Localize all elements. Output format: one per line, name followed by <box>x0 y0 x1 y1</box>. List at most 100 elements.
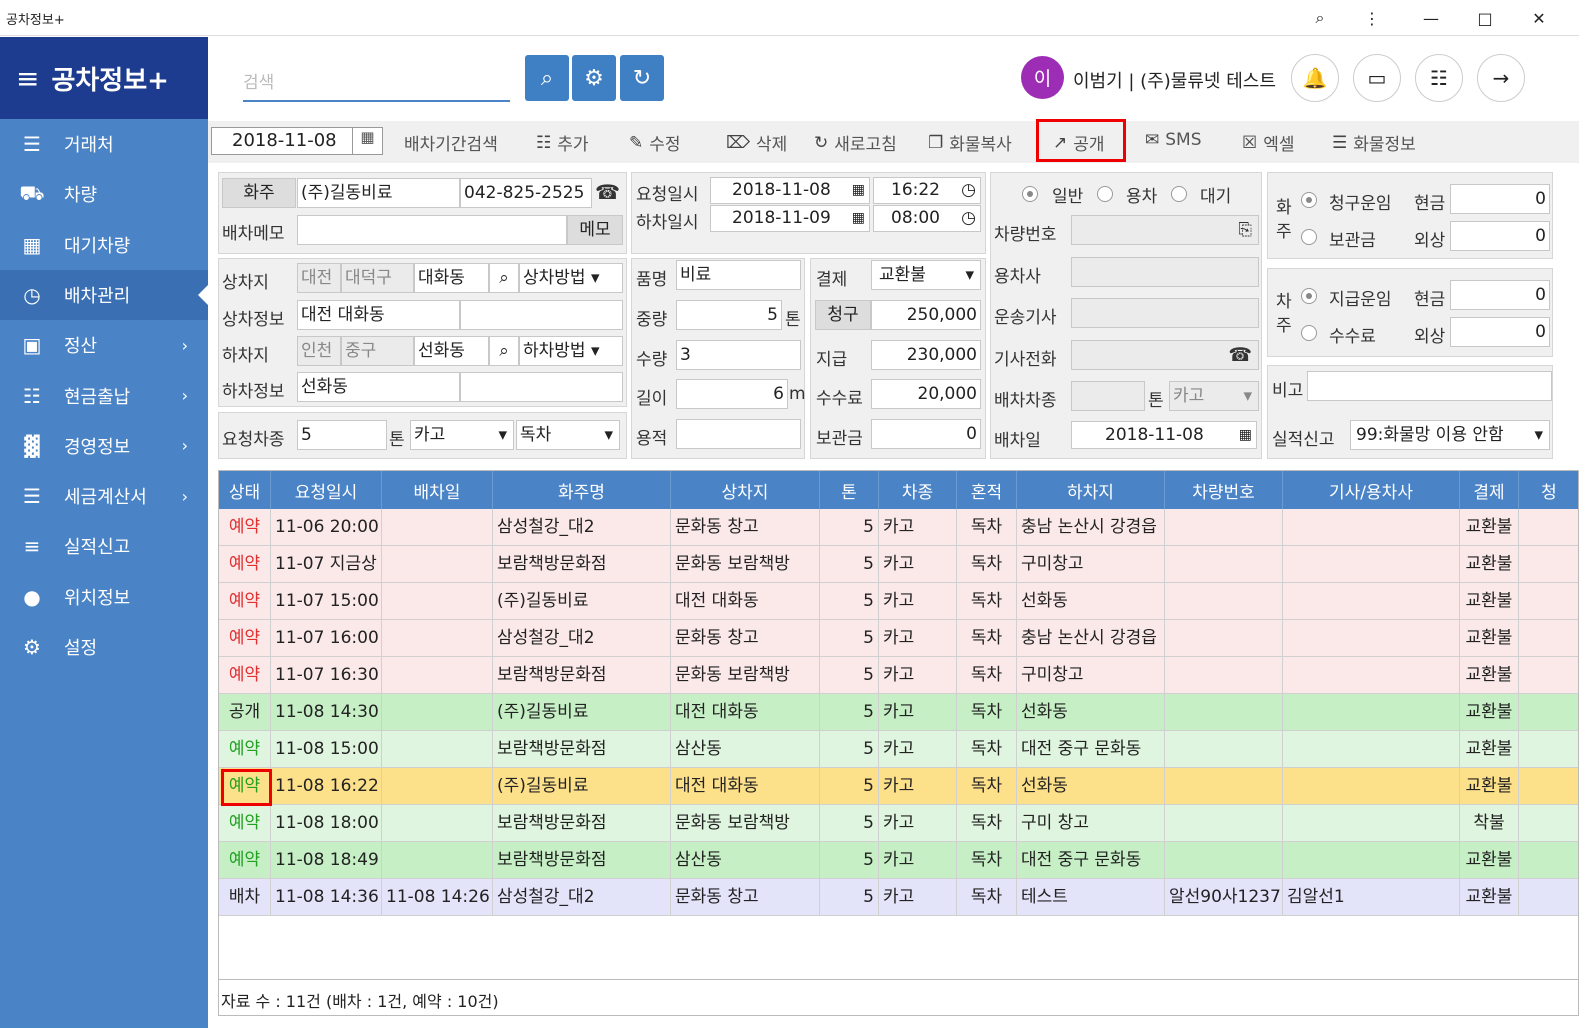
hamburger-icon[interactable]: ≡ <box>16 62 39 95</box>
table-row[interactable]: 예약 11-06 20:00 삼성철강_대2 문화동 창고 5 카고 독차 충남 논산시 강경… <box>219 509 1578 546</box>
load-info-extra-field[interactable] <box>460 300 623 330</box>
table-row[interactable]: 예약 11-07 16:00 삼성철강_대2 문화동 창고 5 카고 독차 충남 논산시 강경… <box>219 620 1578 657</box>
paste-icon[interactable]: ⎘ <box>1238 216 1252 244</box>
claim-field[interactable]: 250,000 <box>871 300 981 330</box>
sidebar-item-9[interactable]: ● 위치정보 <box>0 572 208 622</box>
dispatch-type-select[interactable]: 카고 ▾ <box>1169 381 1259 411</box>
dispatch-date-field[interactable]: 2018-11-08 ▦ <box>1071 421 1257 449</box>
memo-button[interactable]: 메모 <box>567 215 623 245</box>
car-no-field[interactable]: ⎘ <box>1071 215 1259 245</box>
column-header[interactable]: 상차지 <box>671 471 820 509</box>
sidebar-item-10[interactable]: ⚙ 설정 <box>0 622 208 672</box>
table-row[interactable]: 예약 11-08 15:00 보람책방문화점 삼산동 5 카고 독차 대전 중구 문화동 교환불 <box>219 731 1578 768</box>
column-header[interactable]: 차량번호 <box>1165 471 1283 509</box>
load-info-field[interactable]: 대전 대화동 <box>297 300 460 330</box>
table-row[interactable]: 예약 11-08 18:49 보람책방문화점 삼산동 5 카고 독차 대전 중구 문화동 교환불 <box>219 842 1578 879</box>
column-header[interactable]: 기사/용차사 <box>1283 471 1460 509</box>
hire-field[interactable] <box>1071 257 1259 287</box>
news-icon[interactable]: ☷ <box>1415 54 1463 102</box>
perf-select[interactable]: 99:화물망 이용 안함 ▾ <box>1350 420 1550 450</box>
column-header[interactable]: 배차일 <box>382 471 493 509</box>
column-header[interactable]: 차종 <box>879 471 957 509</box>
dispatch-ton-field[interactable] <box>1071 381 1145 411</box>
delete-button[interactable]: ⌦ 삭제 <box>726 130 787 156</box>
sidebar-item-5[interactable]: ☷ 현금출납 › <box>0 371 208 421</box>
table-row[interactable]: 예약 11-07 15:00 (주)길동비료 대전 대화동 5 카고 독차 선화동 교환불 <box>219 583 1578 620</box>
driver-field[interactable] <box>1071 298 1259 328</box>
bell-icon[interactable]: 🔔 <box>1291 54 1339 102</box>
driver-phone-field[interactable]: ☎ <box>1071 340 1259 370</box>
table-row[interactable]: 예약 11-07 16:30 보람책방문화점 문화동 보람책방 5 카고 독차 구미창고 교환불 <box>219 657 1578 694</box>
table-row[interactable]: 배차 11-08 14:36 11-08 14:26 삼성철강_대2 문화동 창고 5 카고… <box>219 879 1578 916</box>
avatar[interactable]: 이 <box>1021 56 1064 99</box>
sidebar-item-2[interactable]: ▦ 대기차량 <box>0 220 208 270</box>
sidebar-item-8[interactable]: ≡ 실적신고 <box>0 521 208 571</box>
calendar-icon[interactable]: ▦ <box>852 178 865 203</box>
shipper-button[interactable]: 화주 <box>222 178 296 208</box>
cargo-info-button[interactable]: ☰ 화물정보 <box>1332 130 1416 156</box>
period-search-button[interactable]: 배차기간검색 <box>404 130 498 155</box>
date-field[interactable]: 2018-11-08 ▦ <box>211 127 383 155</box>
storage-field[interactable]: 0 <box>871 419 981 449</box>
radio-storage[interactable] <box>1301 229 1317 245</box>
volume-field[interactable] <box>676 419 801 449</box>
req-type-select[interactable]: 카고 ▾ <box>410 420 514 450</box>
radio-wait[interactable] <box>1171 186 1187 202</box>
claim-button[interactable]: 청구 <box>815 300 871 330</box>
unload-method-select[interactable]: 하차방법 ▾ <box>519 336 623 366</box>
sidebar-item-7[interactable]: ☰ 세금계산서 › <box>0 471 208 521</box>
table-row[interactable]: 예약 11-07 지금상 보람책방문화점 문화동 보람책방 5 카고 독차 구미창고 교환불 <box>219 546 1578 583</box>
calendar-icon[interactable]: ▦ <box>852 206 865 231</box>
radio-general[interactable] <box>1022 186 1038 202</box>
length-field[interactable]: 6 <box>676 379 788 409</box>
column-header[interactable]: 혼적 <box>957 471 1017 509</box>
search-input[interactable]: 검색 <box>243 60 510 102</box>
search-button[interactable]: ⌕ <box>525 55 569 101</box>
table-row[interactable]: 예약 11-08 16:22 (주)길동비료 대전 대화동 5 카고 독차 선화동 교환불 <box>219 768 1578 805</box>
radio-hire[interactable] <box>1097 186 1113 202</box>
sidebar-item-1[interactable]: ⛟ 차량 <box>0 169 208 219</box>
radio-claim[interactable] <box>1301 192 1317 208</box>
unload-info-field[interactable]: 선화동 <box>297 372 460 402</box>
owner-credit-field[interactable]: 0 <box>1450 317 1550 347</box>
shipper-phone-field[interactable]: 042-825-2525 <box>460 178 592 208</box>
refresh-list-button[interactable]: ↻ 새로고침 <box>814 130 897 156</box>
refresh-button[interactable]: ↻ <box>620 55 664 101</box>
load-method-select[interactable]: 상차방법 ▾ <box>519 263 623 293</box>
radio-pay-fare[interactable] <box>1301 288 1317 304</box>
clock-icon[interactable]: ◷ <box>961 178 976 203</box>
column-header[interactable]: 청 <box>1519 471 1578 509</box>
column-header[interactable]: 톤 <box>820 471 879 509</box>
close-button[interactable]: ✕ <box>1513 0 1565 36</box>
column-header[interactable]: 하차지 <box>1017 471 1165 509</box>
sidebar-item-4[interactable]: ▣ 정산 › <box>0 320 208 370</box>
unload-date-field[interactable]: 2018-11-09 ▦ <box>710 205 870 232</box>
edit-button[interactable]: ✎ 수정 <box>629 130 681 156</box>
sms-button[interactable]: ✉ SMS <box>1145 130 1202 150</box>
column-header[interactable]: 화주명 <box>493 471 671 509</box>
unload-info-extra-field[interactable] <box>460 372 623 402</box>
pay-select[interactable]: 교환불 ▾ <box>871 260 981 290</box>
phone-icon[interactable]: ☎ <box>1228 341 1252 369</box>
more-icon[interactable]: ⋮ <box>1346 0 1398 36</box>
fee-field[interactable]: 20,000 <box>871 379 981 409</box>
column-header[interactable]: 결제 <box>1460 471 1519 509</box>
qty-field[interactable]: 3 <box>676 340 801 370</box>
excel-button[interactable]: ☒ 엑셀 <box>1242 130 1295 156</box>
sidebar-item-0[interactable]: ☰ 거래처 <box>0 119 208 169</box>
table-row[interactable]: 예약 11-08 18:00 보람책방문화점 문화동 보람책방 5 카고 독차 구미 창고 착불 <box>219 805 1578 842</box>
shipper-credit-field[interactable]: 0 <box>1450 221 1550 251</box>
radio-fee[interactable] <box>1301 325 1317 341</box>
search-icon[interactable]: ⌕ <box>489 336 519 366</box>
weight-field[interactable]: 5 <box>676 300 782 330</box>
req-ton-field[interactable]: 5 <box>297 420 387 450</box>
settings-button[interactable]: ⚙ <box>572 55 616 101</box>
copy-cargo-button[interactable]: ❐ 화물복사 <box>928 130 1012 156</box>
paid-field[interactable]: 230,000 <box>871 340 981 370</box>
maximize-button[interactable]: □ <box>1459 0 1511 36</box>
minimize-button[interactable]: — <box>1405 0 1457 36</box>
unload-time-field[interactable]: 08:00 ◷ <box>873 205 981 232</box>
zoom-icon[interactable]: ⌕ <box>1294 0 1346 36</box>
column-header[interactable]: 상태 <box>219 471 271 509</box>
table-row[interactable]: 공개 11-08 14:30 (주)길동비료 대전 대화동 5 카고 독차 선화동 교환불 <box>219 694 1578 731</box>
